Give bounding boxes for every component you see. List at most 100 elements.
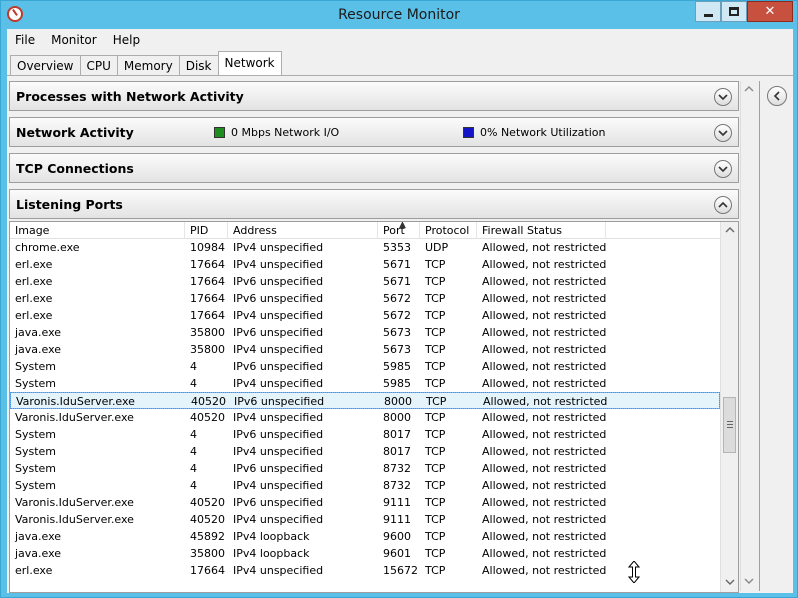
cell-protocol: TCP [425,513,446,526]
table-row[interactable]: erl.exe 17664 IPv4 unspecified 5672 TCP Allow… [10,307,720,324]
listening-ports-table: Image PID Address Port Protocol Firewall… [9,221,739,593]
cell-firewall-status: Allowed, not restricted [482,428,607,441]
table-row[interactable]: erl.exe 17664 IPv4 unspecified 5671 TCP Allow… [10,256,720,273]
cell-image: Varonis.IduServer.exe [15,411,134,424]
column-header-address[interactable]: Address [228,222,378,239]
panel-scrollbar[interactable] [740,81,757,591]
cell-port: 8732 [383,479,411,492]
maximize-button[interactable] [721,1,747,22]
section-title: Listening Ports [16,197,123,212]
expand-button[interactable] [714,160,732,178]
table-row[interactable]: Varonis.IduServer.exe 40520 IPv4 unspecifi… [10,511,720,528]
table-row[interactable]: java.exe 35800 IPv4 unspecified 5673 TCP Allo… [10,341,720,358]
minimize-button[interactable] [695,1,721,22]
tab-memory[interactable]: Memory [116,55,180,75]
cell-protocol: TCP [425,547,446,560]
tab-disk[interactable]: Disk [178,55,219,75]
section-tcp-connections[interactable]: TCP Connections [9,153,739,183]
cell-pid: 40520 [190,513,225,526]
cell-image: System [15,428,57,441]
table-row[interactable]: System 4 IPv6 unspecified 8732 TCP Allowed, n… [10,460,720,477]
title-bar[interactable]: Resource Monitor ✕ [1,1,797,29]
table-row[interactable]: java.exe 35800 IPv4 loopback 9601 TCP Allowed… [10,545,720,562]
cell-port: 8017 [383,445,411,458]
cell-firewall-status: Allowed, not restricted [482,445,607,458]
cell-image: java.exe [15,326,62,339]
cell-firewall-status: Allowed, not restricted [482,241,607,254]
table-row[interactable]: System 4 IPv4 unspecified 8017 TCP Allowed, n… [10,443,720,460]
cell-port: 5985 [383,377,411,390]
cell-pid: 40520 [191,395,226,408]
table-row[interactable]: System 4 IPv4 unspecified 5985 TCP Allowed, n… [10,375,720,392]
cell-port: 9601 [383,547,411,560]
section-title: Processes with Network Activity [16,89,244,104]
network-panel: Processes with Network Activity Network … [9,81,739,593]
close-icon: ✕ [764,4,776,19]
cell-port: 9600 [383,530,411,543]
cell-image: System [15,445,57,458]
menu-monitor[interactable]: Monitor [43,31,105,51]
table-row[interactable]: java.exe 45892 IPv4 loopback 9600 TCP Allowed… [10,528,720,545]
cell-port: 5985 [383,360,411,373]
column-header-pid[interactable]: PID [185,222,228,239]
section-listening-ports[interactable]: Listening Ports [9,189,739,219]
cell-firewall-status: Allowed, not restricted [482,496,607,509]
close-button[interactable]: ✕ [747,1,793,22]
menu-help[interactable]: Help [105,31,148,51]
menu-file[interactable]: File [7,31,43,51]
tab-network[interactable]: Network [217,51,282,75]
window-title: Resource Monitor [338,7,460,23]
cell-image: erl.exe [15,275,53,288]
table-row[interactable]: erl.exe 17664 IPv6 unspecified 5671 TCP Allow… [10,273,720,290]
expand-charts-button[interactable] [767,86,787,106]
cell-address: IPv4 loopback [233,530,310,543]
cell-port: 5673 [383,343,411,356]
cell-protocol: TCP [425,343,446,356]
collapse-button[interactable] [714,196,732,214]
column-header-image[interactable]: Image [10,222,185,239]
cell-protocol: TCP [425,479,446,492]
charts-pane [759,81,793,591]
scrollbar-thumb[interactable] [723,397,736,453]
cell-port: 5672 [383,309,411,322]
cell-pid: 4 [190,445,197,458]
tab-strip: Overview CPU Memory Disk Network [10,51,282,75]
table-row[interactable]: erl.exe 17664 IPv6 unspecified 5672 TCP Allow… [10,290,720,307]
table-row[interactable]: erl.exe 17664 IPv4 unspecified 15672 TCP Allo… [10,562,720,579]
table-row[interactable]: System 4 IPv4 unspecified 8732 TCP Allowed, n… [10,477,720,494]
table-row[interactable]: System 4 IPv6 unspecified 8017 TCP Allowed, n… [10,426,720,443]
cell-firewall-status: Allowed, not restricted [482,275,607,288]
scroll-up-icon[interactable] [744,85,754,93]
column-header-firewall-status[interactable]: Firewall Status [477,222,606,239]
cell-address: IPv6 unspecified [233,292,324,305]
tab-overview[interactable]: Overview [10,55,81,75]
cell-pid: 40520 [190,496,225,509]
client-area: File Monitor Help Overview CPU Memory Di… [7,29,793,593]
expand-button[interactable] [714,88,732,106]
cell-port: 8000 [384,395,412,408]
section-processes-network-activity[interactable]: Processes with Network Activity [9,81,739,111]
expand-button[interactable] [714,124,732,142]
scroll-down-icon[interactable] [725,578,735,586]
network-utilization-legend: 0% Network Utilization [480,126,606,139]
tab-cpu[interactable]: CPU [79,55,118,75]
table-row[interactable]: java.exe 35800 IPv6 unspecified 5673 TCP Allo… [10,324,720,341]
scroll-down-icon[interactable] [744,577,754,585]
table-row[interactable]: Varonis.IduServer.exe 40520 IPv6 unspecifi… [10,392,720,409]
cell-pid: 4 [190,479,197,492]
column-header-protocol[interactable]: Protocol [420,222,477,239]
cell-firewall-status: Allowed, not restricted [482,360,607,373]
cell-protocol: TCP [425,462,446,475]
cell-image: erl.exe [15,292,53,305]
table-row[interactable]: Varonis.IduServer.exe 40520 IPv4 unspecifi… [10,409,720,426]
table-row[interactable]: chrome.exe 10984 IPv4 unspecified 5353 UDP Al… [10,239,720,256]
network-utilization-legend-swatch [463,127,474,138]
table-row[interactable]: System 4 IPv6 unspecified 5985 TCP Allowed, n… [10,358,720,375]
table-row[interactable]: Varonis.IduServer.exe 40520 IPv6 unspecifi… [10,494,720,511]
cell-port: 5671 [383,258,411,271]
table-scrollbar[interactable] [720,222,738,592]
section-network-activity[interactable]: Network Activity 0 Mbps Network I/O 0% N… [9,117,739,147]
scroll-up-icon[interactable] [725,226,735,234]
cell-pid: 35800 [190,343,225,356]
cell-pid: 35800 [190,326,225,339]
